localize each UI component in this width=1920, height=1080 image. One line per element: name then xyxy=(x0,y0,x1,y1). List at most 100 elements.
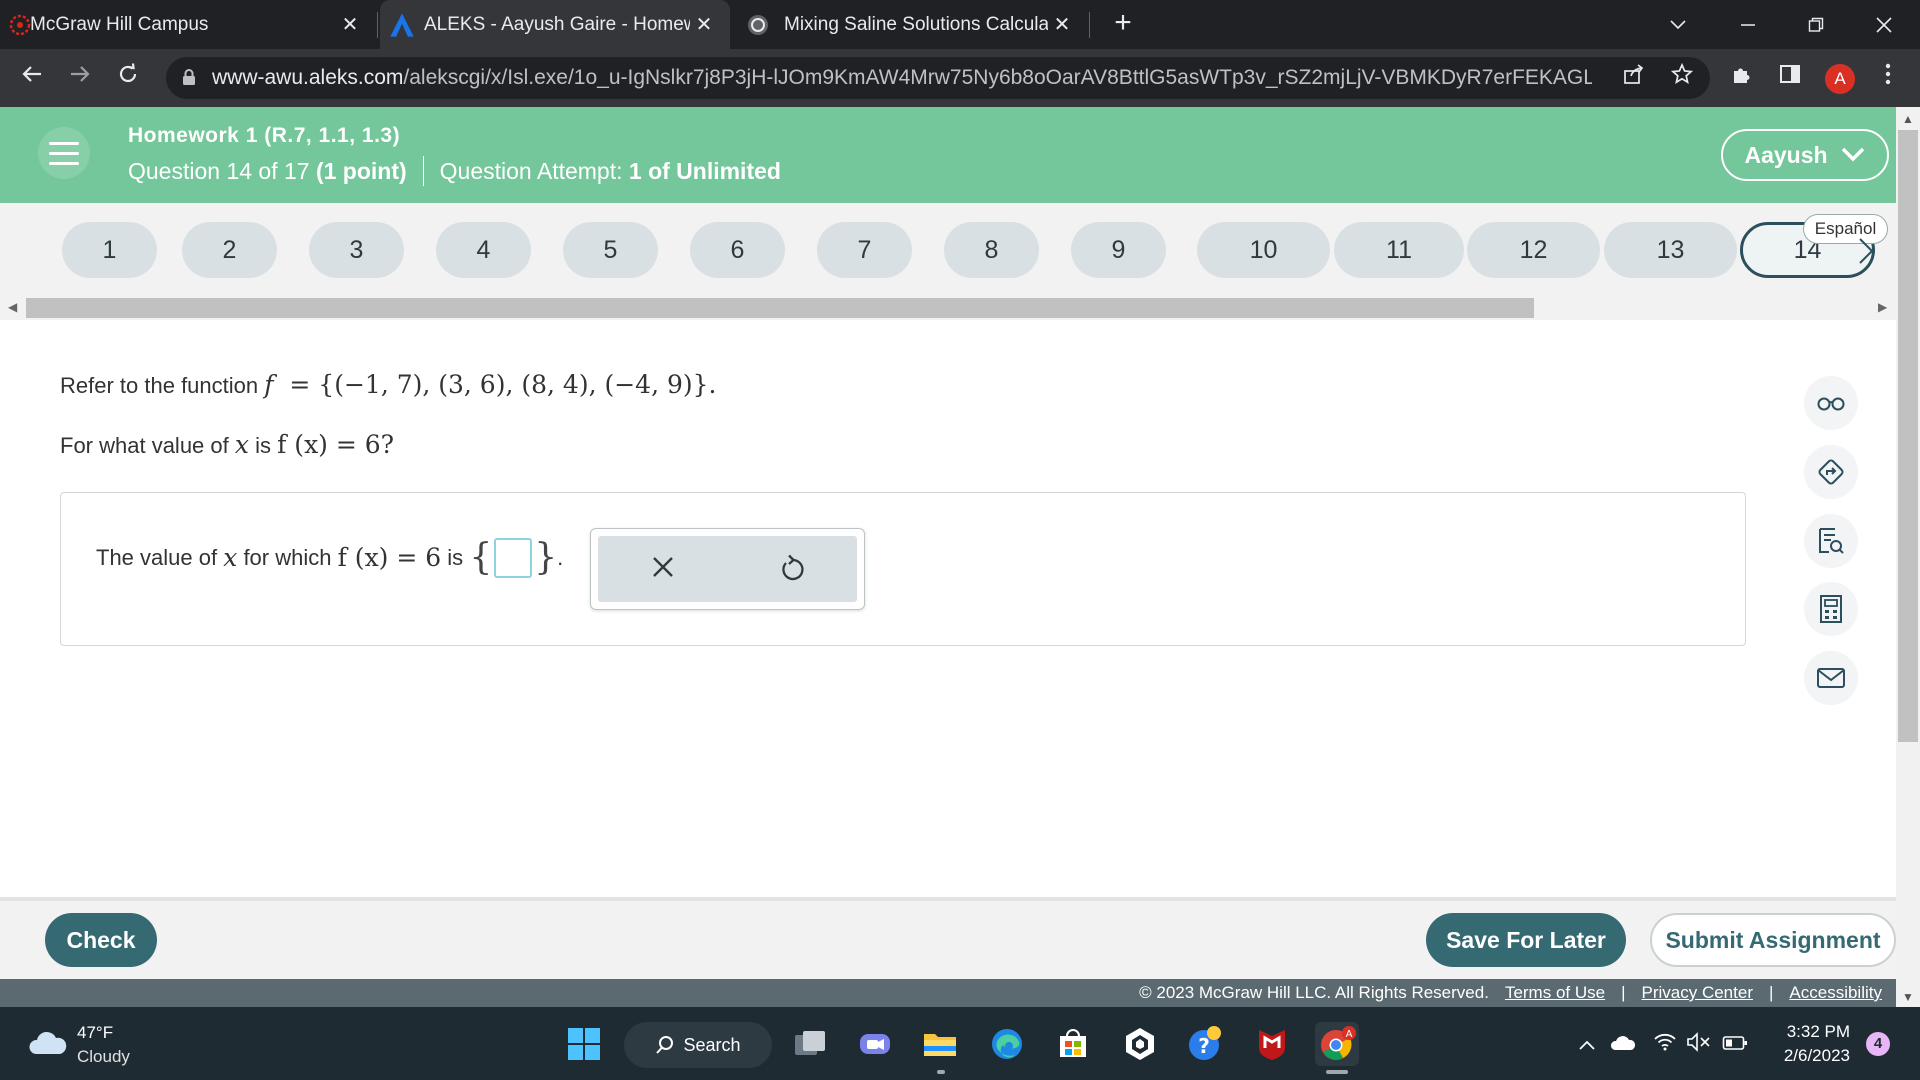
minimize-icon[interactable] xyxy=(1718,0,1778,49)
file-explorer-icon[interactable] xyxy=(918,1022,962,1066)
ask-prefix: For what value of xyxy=(60,433,235,458)
edge-browser-icon[interactable] xyxy=(985,1022,1029,1066)
vertical-scrollbar-thumb[interactable] xyxy=(1898,130,1918,742)
check-button[interactable]: Check xyxy=(45,913,157,967)
back-arrow-icon[interactable] xyxy=(14,60,50,96)
question-button-3[interactable]: 3 xyxy=(309,222,404,278)
question-button-12[interactable]: 12 xyxy=(1467,222,1600,278)
teams-chat-icon[interactable] xyxy=(853,1022,897,1066)
app-hexagon-icon[interactable] xyxy=(1118,1022,1162,1066)
forward-arrow-icon[interactable] xyxy=(62,60,98,96)
question-button-4[interactable]: 4 xyxy=(436,222,531,278)
chevron-right-icon[interactable] xyxy=(1856,236,1876,274)
reload-icon[interactable] xyxy=(110,60,146,96)
scroll-right-arrow-icon[interactable]: ▶ xyxy=(1878,300,1887,314)
extensions-puzzle-icon[interactable] xyxy=(1726,62,1758,94)
question-button-7[interactable]: 7 xyxy=(817,222,912,278)
share-icon[interactable] xyxy=(1618,62,1650,94)
left-brace: { xyxy=(469,537,493,578)
submit-assignment-button[interactable]: Submit Assignment xyxy=(1650,913,1896,967)
accessibility-link[interactable]: Accessibility xyxy=(1789,983,1882,1003)
clear-answer-x-icon[interactable] xyxy=(648,551,678,587)
new-tab-button[interactable]: + xyxy=(1108,8,1138,40)
question-button-1[interactable]: 1 xyxy=(62,222,157,278)
task-view-icon[interactable] xyxy=(788,1022,832,1066)
clock-date[interactable]: 2/6/2023 xyxy=(1760,1046,1850,1066)
close-tab-icon[interactable]: ✕ xyxy=(336,12,364,37)
tab-aleks[interactable]: ALEKS - Aayush Gaire - Homewo ✕ xyxy=(380,0,730,49)
question-button-13[interactable]: 13 xyxy=(1604,222,1737,278)
weather-temperature[interactable]: 47°F xyxy=(77,1023,113,1043)
browser-menu-kebab-icon[interactable] xyxy=(1872,62,1904,94)
tab-title: Mixing Saline Solutions Calculatio xyxy=(784,13,1048,35)
header-divider xyxy=(422,156,424,186)
question-button-6[interactable]: 6 xyxy=(690,222,785,278)
url-text[interactable]: www-awu.aleks.com/alekscgi/x/Isl.exe/1o_… xyxy=(212,66,1592,90)
answer-expression: f (x) = 6 xyxy=(337,543,442,572)
lock-icon[interactable] xyxy=(182,68,196,86)
answer-input[interactable] xyxy=(494,537,533,578)
battery-icon[interactable] xyxy=(1722,1032,1748,1058)
copyright-bar: © 2023 McGraw Hill LLC. All Rights Reser… xyxy=(0,979,1896,1007)
speaker-muted-icon[interactable] xyxy=(1686,1032,1712,1058)
directions-icon[interactable] xyxy=(1804,445,1858,499)
profile-avatar[interactable]: A xyxy=(1825,64,1855,94)
save-for-later-button[interactable]: Save For Later xyxy=(1426,913,1626,967)
answer-statement: The value of x for which f (x) = 6 is {}… xyxy=(96,537,563,578)
message-envelope-icon[interactable] xyxy=(1804,651,1858,705)
weather-description[interactable]: Cloudy xyxy=(77,1047,130,1067)
answer-is: is xyxy=(447,544,464,570)
cloud-weather-icon[interactable] xyxy=(28,1030,68,1056)
hamburger-menu-icon[interactable] xyxy=(38,127,90,179)
tab-title: McGraw Hill Campus xyxy=(30,13,209,35)
bookmark-star-icon[interactable] xyxy=(1666,62,1698,94)
mcafee-shield-icon[interactable] xyxy=(1250,1022,1294,1066)
windows-start-icon[interactable] xyxy=(562,1022,606,1066)
terms-of-use-link[interactable]: Terms of Use xyxy=(1505,983,1605,1003)
scroll-left-arrow-icon[interactable]: ◀ xyxy=(8,300,17,314)
microsoft-store-icon[interactable] xyxy=(1051,1022,1095,1066)
clock-time[interactable]: 3:32 PM xyxy=(1760,1022,1850,1042)
copyright-text: © 2023 McGraw Hill LLC. All Rights Reser… xyxy=(1139,983,1489,1002)
glasses-icon[interactable] xyxy=(1804,376,1858,430)
horizontal-scrollbar-thumb[interactable] xyxy=(26,298,1534,318)
question-points: (1 point) xyxy=(315,157,407,184)
scroll-up-arrow-icon[interactable]: ▲ xyxy=(1902,112,1914,126)
tab-search-chevron-icon[interactable] xyxy=(1648,0,1708,49)
wifi-icon[interactable] xyxy=(1652,1032,1678,1058)
function-name: f xyxy=(264,370,274,399)
undo-icon[interactable] xyxy=(775,552,809,586)
svg-text:?: ? xyxy=(1198,1034,1210,1058)
question-button-2[interactable]: 2 xyxy=(182,222,277,278)
close-tab-icon[interactable]: ✕ xyxy=(690,12,718,37)
textbook-icon[interactable] xyxy=(1804,514,1858,568)
question-button-10[interactable]: 10 xyxy=(1197,222,1330,278)
privacy-center-link[interactable]: Privacy Center xyxy=(1642,983,1753,1003)
open-app-indicator xyxy=(937,1070,945,1074)
chatgpt-logo-icon xyxy=(748,15,768,35)
chrome-taskbar-icon[interactable]: A xyxy=(1315,1022,1359,1066)
tab-mixing-saline[interactable]: Mixing Saline Solutions Calculatio ✕ xyxy=(738,0,1088,49)
onedrive-cloud-icon[interactable] xyxy=(1610,1032,1636,1058)
notification-badge[interactable]: 4 xyxy=(1866,1032,1890,1056)
close-window-icon[interactable] xyxy=(1854,0,1914,49)
help-tips-icon[interactable]: ? xyxy=(1183,1022,1227,1066)
side-panel-icon[interactable] xyxy=(1774,62,1806,94)
url-path: /alekscgi/x/Isl.exe/1o_u-IgNslkr7j8P3jH-… xyxy=(403,66,1592,89)
ask-mid: is xyxy=(248,433,278,458)
question-status-line: Question 14 of 17 (1 point) Question Att… xyxy=(128,156,781,186)
answer-suffix: . xyxy=(557,544,564,570)
close-tab-icon[interactable]: ✕ xyxy=(1048,12,1076,37)
question-button-11[interactable]: 11 xyxy=(1334,222,1464,278)
tab-title: ALEKS - Aayush Gaire - Homewo xyxy=(424,13,690,35)
tab-mcgraw-hill-campus[interactable]: McGraw Hill Campus ✕ xyxy=(0,0,376,49)
calculator-icon[interactable] xyxy=(1804,582,1858,636)
question-button-5[interactable]: 5 xyxy=(563,222,658,278)
taskbar-search-button[interactable]: Search xyxy=(624,1022,772,1068)
scroll-down-arrow-icon[interactable]: ▼ xyxy=(1902,990,1914,1004)
user-menu-button[interactable]: Aayush xyxy=(1721,129,1889,181)
question-button-9[interactable]: 9 xyxy=(1071,222,1166,278)
tray-chevron-up-icon[interactable] xyxy=(1574,1032,1600,1058)
question-button-8[interactable]: 8 xyxy=(944,222,1039,278)
restore-icon[interactable] xyxy=(1786,0,1846,49)
